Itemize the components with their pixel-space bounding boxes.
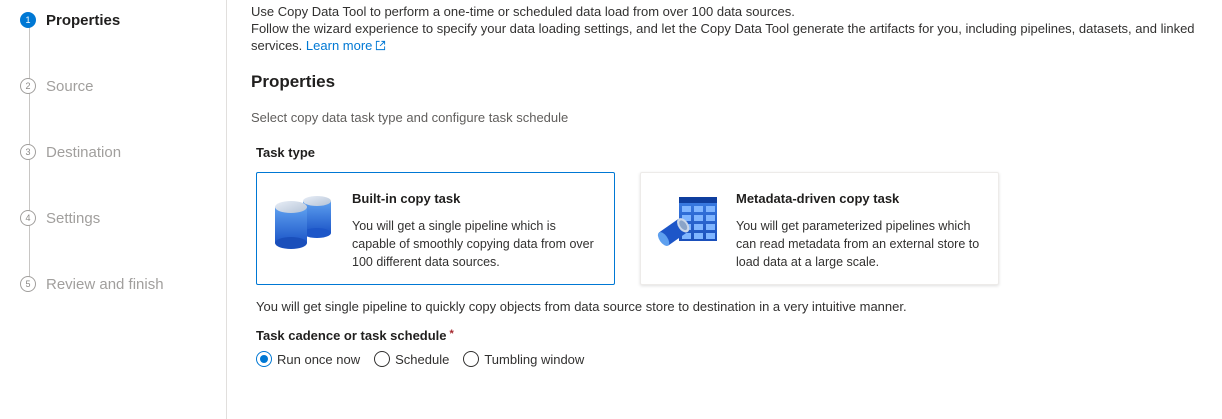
intro-line-1: Use Copy Data Tool to perform a one-time… — [251, 4, 795, 19]
card-title: Built-in copy task — [352, 191, 461, 206]
builtin-copy-task-card[interactable]: Built-in copy task You will get a single… — [256, 172, 615, 285]
radio-button[interactable] — [374, 351, 391, 367]
step-source[interactable]: 2 Source — [20, 76, 94, 96]
radio-run-once-now[interactable]: Run once now — [256, 351, 360, 367]
step-number: 1 — [20, 12, 36, 28]
step-destination[interactable]: 3 Destination — [20, 142, 121, 162]
task-type-summary: You will get single pipeline to quickly … — [256, 299, 907, 314]
radio-button[interactable] — [256, 351, 272, 367]
step-properties[interactable]: 1 Properties — [20, 10, 120, 30]
step-label: Source — [46, 77, 94, 95]
radio-tumbling-window[interactable]: Tumbling window — [463, 351, 584, 367]
database-copy-icon — [275, 196, 331, 249]
radio-schedule[interactable]: Schedule — [374, 351, 449, 367]
step-number: 5 — [20, 276, 36, 292]
radio-label: Tumbling window — [484, 351, 585, 367]
step-label: Destination — [46, 143, 122, 161]
intro-line-2: Follow the wizard experience to specify … — [251, 21, 1195, 53]
step-number: 4 — [20, 210, 36, 226]
radio-label: Run once now — [277, 351, 361, 367]
card-description: You will get a single pipeline which is … — [352, 219, 594, 269]
step-label: Settings — [46, 209, 101, 227]
learn-more-link[interactable]: Learn more — [306, 38, 386, 53]
task-cadence-label: Task cadence or task schedule * — [256, 328, 454, 343]
step-label: Properties — [46, 11, 121, 29]
step-settings[interactable]: 4 Settings — [20, 208, 100, 228]
page-title: Properties — [251, 72, 336, 91]
metadata-table-icon — [657, 197, 717, 246]
external-link-icon — [376, 40, 386, 51]
main-content: Use Copy Data Tool to perform a one-time… — [251, 0, 1211, 367]
page-subtitle: Select copy data task type and configure… — [251, 110, 569, 125]
metadata-driven-copy-task-card[interactable]: Metadata-driven copy task You will get p… — [640, 172, 999, 285]
task-cadence-radio-group: Run once now Schedule Tumbling window — [256, 351, 598, 367]
task-type-label: Task type — [256, 145, 316, 160]
required-asterisk: * — [449, 328, 454, 340]
step-review-and-finish[interactable]: 5 Review and finish — [20, 274, 164, 294]
radio-label: Schedule — [395, 351, 450, 367]
step-number: 3 — [20, 144, 36, 160]
card-title: Metadata-driven copy task — [736, 191, 900, 206]
step-label: Review and finish — [46, 275, 164, 293]
card-description: You will get parameterized pipelines whi… — [736, 219, 980, 269]
radio-button[interactable] — [463, 351, 480, 367]
intro-text: Use Copy Data Tool to perform a one-time… — [251, 3, 1211, 54]
step-number: 2 — [20, 78, 36, 94]
wizard-steps-nav: 1 Properties 2 Source 3 Destination 4 Se… — [0, 0, 227, 419]
